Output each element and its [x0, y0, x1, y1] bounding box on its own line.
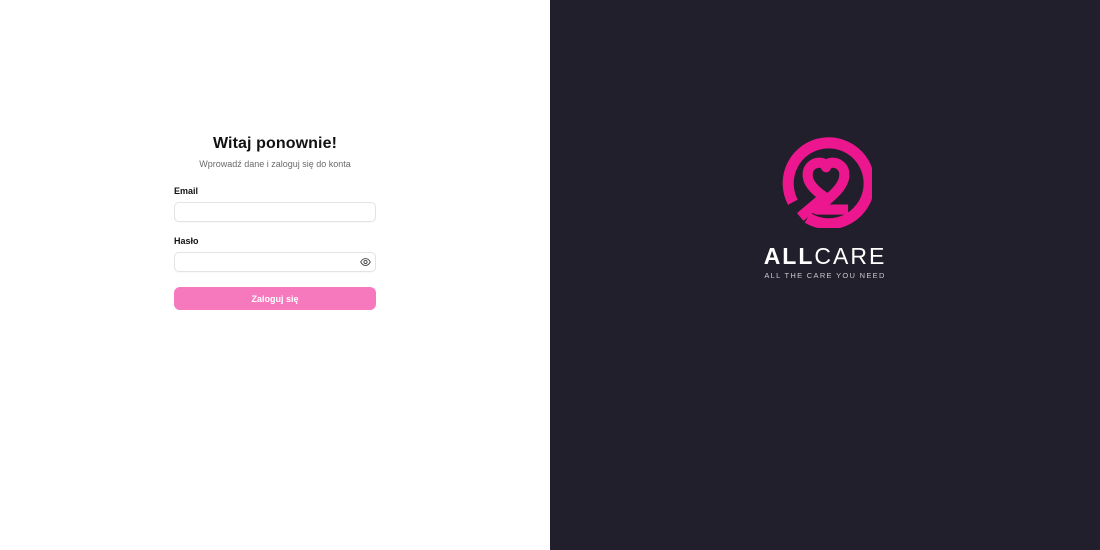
login-panel: Witaj ponownie! Wprowadź dane i zaloguj … [0, 0, 550, 550]
page-title: Witaj ponownie! [212, 135, 337, 152]
email-field-wrapper [174, 202, 376, 222]
heart-circle-logo-icon [782, 137, 872, 228]
password-field[interactable] [174, 252, 376, 272]
brand-name-light: CARE [814, 243, 887, 269]
email-label: Email [174, 186, 199, 196]
email-field[interactable] [174, 202, 376, 222]
brand-name: ALLCARE [550, 242, 1100, 270]
password-field-wrapper [174, 252, 376, 272]
page-subtitle: Wprowadź dane i zaloguj się do konta [199, 159, 351, 169]
brand-name-bold: ALL [763, 243, 815, 269]
login-page: Witaj ponownie! Wprowadź dane i zaloguj … [0, 0, 1100, 550]
login-form: Witaj ponownie! Wprowadź dane i zaloguj … [174, 134, 376, 310]
brand-panel: ALLCARE ALL THE CARE YOU NEED [550, 0, 1100, 550]
password-label: Hasło [174, 236, 199, 246]
login-button[interactable]: Zaloguj się [174, 287, 376, 310]
brand-tagline: ALL THE CARE YOU NEED [764, 271, 886, 280]
eye-icon[interactable] [360, 257, 371, 267]
